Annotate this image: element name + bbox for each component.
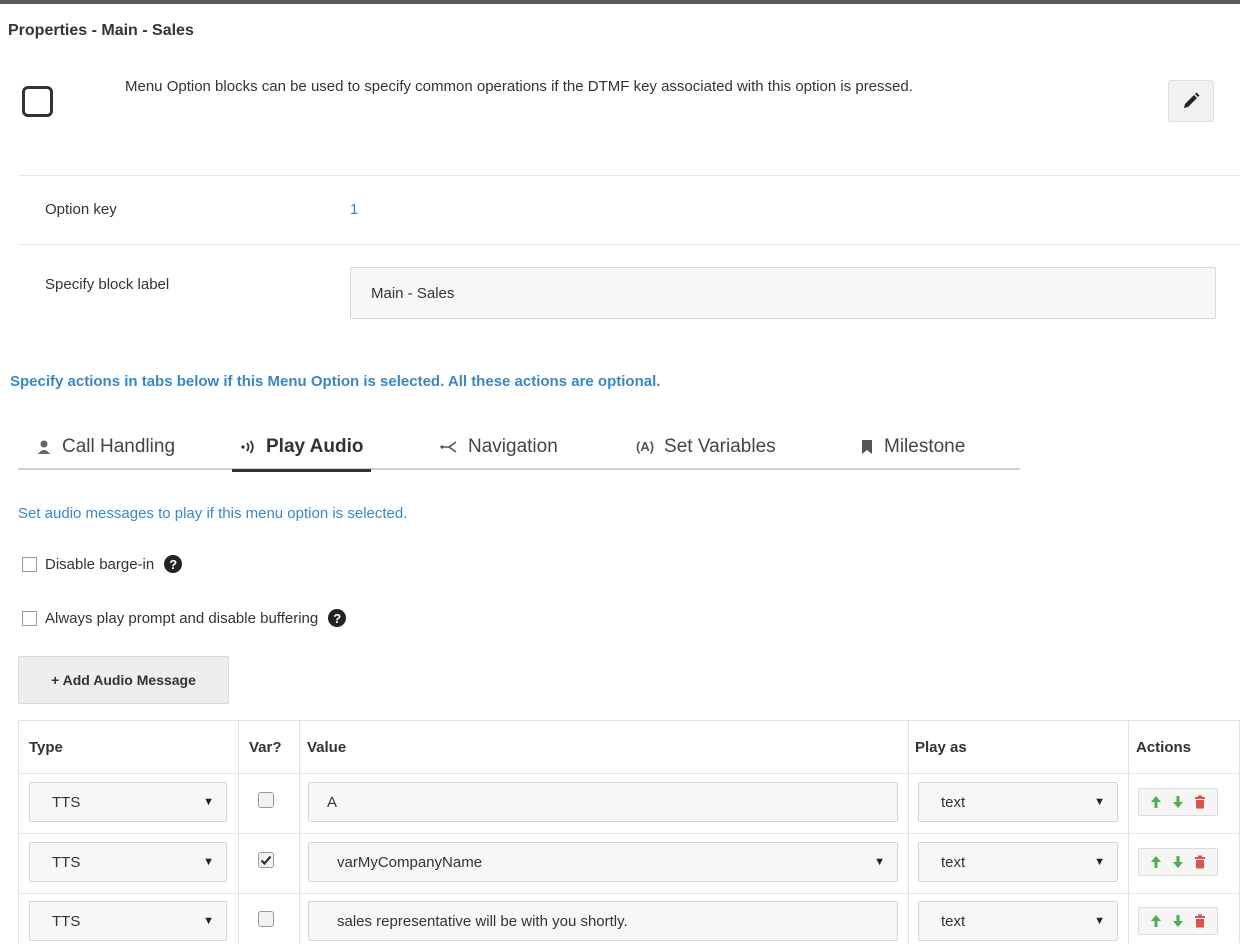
play-as-select[interactable]: text ▼	[918, 901, 1118, 941]
play-as-select[interactable]: text ▼	[918, 842, 1118, 882]
value-input[interactable]: A	[308, 782, 898, 822]
column-header-value: Value	[307, 738, 347, 756]
tab-call-handling[interactable]: Call Handling	[36, 423, 175, 470]
var-checkbox[interactable]	[258, 852, 274, 868]
bookmark-icon	[860, 439, 874, 455]
play-audio-info-text: Set audio messages to play if this menu …	[18, 505, 408, 522]
type-select[interactable]: TTS ▼	[29, 901, 227, 941]
arrow-down-icon[interactable]	[1172, 914, 1184, 928]
disable-bargein-checkbox[interactable]	[22, 556, 37, 572]
type-select-value: TTS	[52, 912, 81, 930]
help-icon[interactable]: ?	[328, 609, 347, 627]
audio-messages-table: Type Var? Value Play as Actions TTS ▼ A …	[18, 720, 1240, 944]
row-actions	[1138, 907, 1218, 935]
value-text: A	[327, 793, 338, 811]
column-header-actions: Actions	[1136, 738, 1192, 756]
check-icon	[260, 855, 272, 866]
arrow-down-icon[interactable]	[1172, 795, 1184, 809]
trash-icon[interactable]	[1194, 855, 1206, 869]
block-description: Menu Option blocks can be used to specif…	[125, 78, 913, 95]
type-select-value: TTS	[52, 793, 81, 811]
divider	[18, 244, 1240, 245]
column-header-var: Var?	[249, 738, 282, 756]
arrow-up-icon[interactable]	[1150, 914, 1162, 928]
type-select-value: TTS	[52, 853, 81, 871]
sound-icon	[240, 439, 256, 455]
always-play-checkbox[interactable]	[22, 610, 37, 626]
value-input[interactable]: sales representative will be with you sh…	[308, 901, 898, 941]
actions-info-text: Specify actions in tabs below if this Me…	[10, 373, 661, 390]
option-key-label: Option key	[45, 201, 117, 218]
tab-milestone[interactable]: Milestone	[860, 423, 965, 470]
value-text: varMyCompanyName	[337, 853, 483, 871]
tab-label: Play Audio	[266, 435, 364, 457]
divider	[18, 175, 1240, 176]
block-enable-checkbox[interactable]	[22, 86, 53, 117]
block-label-label: Specify block label	[45, 276, 170, 293]
arrow-up-icon[interactable]	[1150, 855, 1162, 869]
pencil-icon	[1184, 92, 1200, 108]
person-icon	[36, 439, 52, 455]
always-play-option: Always play prompt and disable buffering…	[22, 609, 347, 627]
row-actions	[1138, 848, 1218, 876]
chevron-down-icon: ▼	[203, 915, 214, 927]
type-select[interactable]: TTS ▼	[29, 842, 227, 882]
row-divider	[19, 893, 1240, 894]
tab-play-audio[interactable]: Play Audio	[231, 423, 373, 472]
play-as-value: text	[941, 912, 966, 930]
row-divider	[19, 833, 1240, 834]
play-as-value: text	[941, 793, 966, 811]
trash-icon[interactable]	[1194, 914, 1206, 928]
tab-label: Call Handling	[62, 435, 176, 457]
row-actions	[1138, 788, 1218, 816]
play-as-value: text	[941, 853, 966, 871]
branch-icon	[440, 439, 458, 455]
tab-label: Navigation	[468, 435, 558, 457]
panel-title: Properties - Main - Sales	[8, 22, 194, 39]
disable-bargein-option: Disable barge-in ?	[22, 555, 183, 573]
trash-icon[interactable]	[1194, 795, 1206, 809]
tab-navigation[interactable]: Navigation	[440, 423, 558, 470]
value-text: sales representative will be with you sh…	[337, 912, 628, 930]
chevron-down-icon: ▼	[1094, 915, 1105, 927]
tab-set-variables[interactable]: (A) Set Variables	[636, 423, 776, 470]
block-label-input[interactable]	[350, 267, 1216, 319]
tab-bar: Call Handling Play Audio Navigation (A) …	[18, 423, 1020, 472]
value-select[interactable]: varMyCompanyName ▼	[308, 842, 898, 882]
arrow-up-icon[interactable]	[1150, 795, 1162, 809]
variable-icon: (A)	[636, 439, 655, 454]
column-header-type: Type	[29, 738, 63, 756]
row-divider	[19, 773, 1240, 774]
top-border	[0, 0, 1240, 4]
var-checkbox[interactable]	[258, 911, 274, 927]
tab-label: Set Variables	[664, 435, 776, 457]
chevron-down-icon: ▼	[203, 856, 214, 868]
edit-button[interactable]	[1168, 80, 1214, 122]
help-icon[interactable]: ?	[164, 555, 183, 573]
play-as-select[interactable]: text ▼	[918, 782, 1118, 822]
chevron-down-icon: ▼	[874, 856, 885, 868]
type-select[interactable]: TTS ▼	[29, 782, 227, 822]
var-checkbox[interactable]	[258, 792, 274, 808]
disable-bargein-label: Disable barge-in	[45, 555, 155, 573]
chevron-down-icon: ▼	[1094, 796, 1105, 808]
add-audio-message-button[interactable]: + Add Audio Message	[18, 656, 229, 704]
chevron-down-icon: ▼	[203, 796, 214, 808]
column-header-play-as: Play as	[915, 738, 967, 756]
chevron-down-icon: ▼	[1094, 856, 1105, 868]
always-play-label: Always play prompt and disable buffering	[45, 609, 319, 627]
tab-label: Milestone	[884, 435, 966, 457]
option-key-value: 1	[350, 201, 359, 218]
arrow-down-icon[interactable]	[1172, 855, 1184, 869]
